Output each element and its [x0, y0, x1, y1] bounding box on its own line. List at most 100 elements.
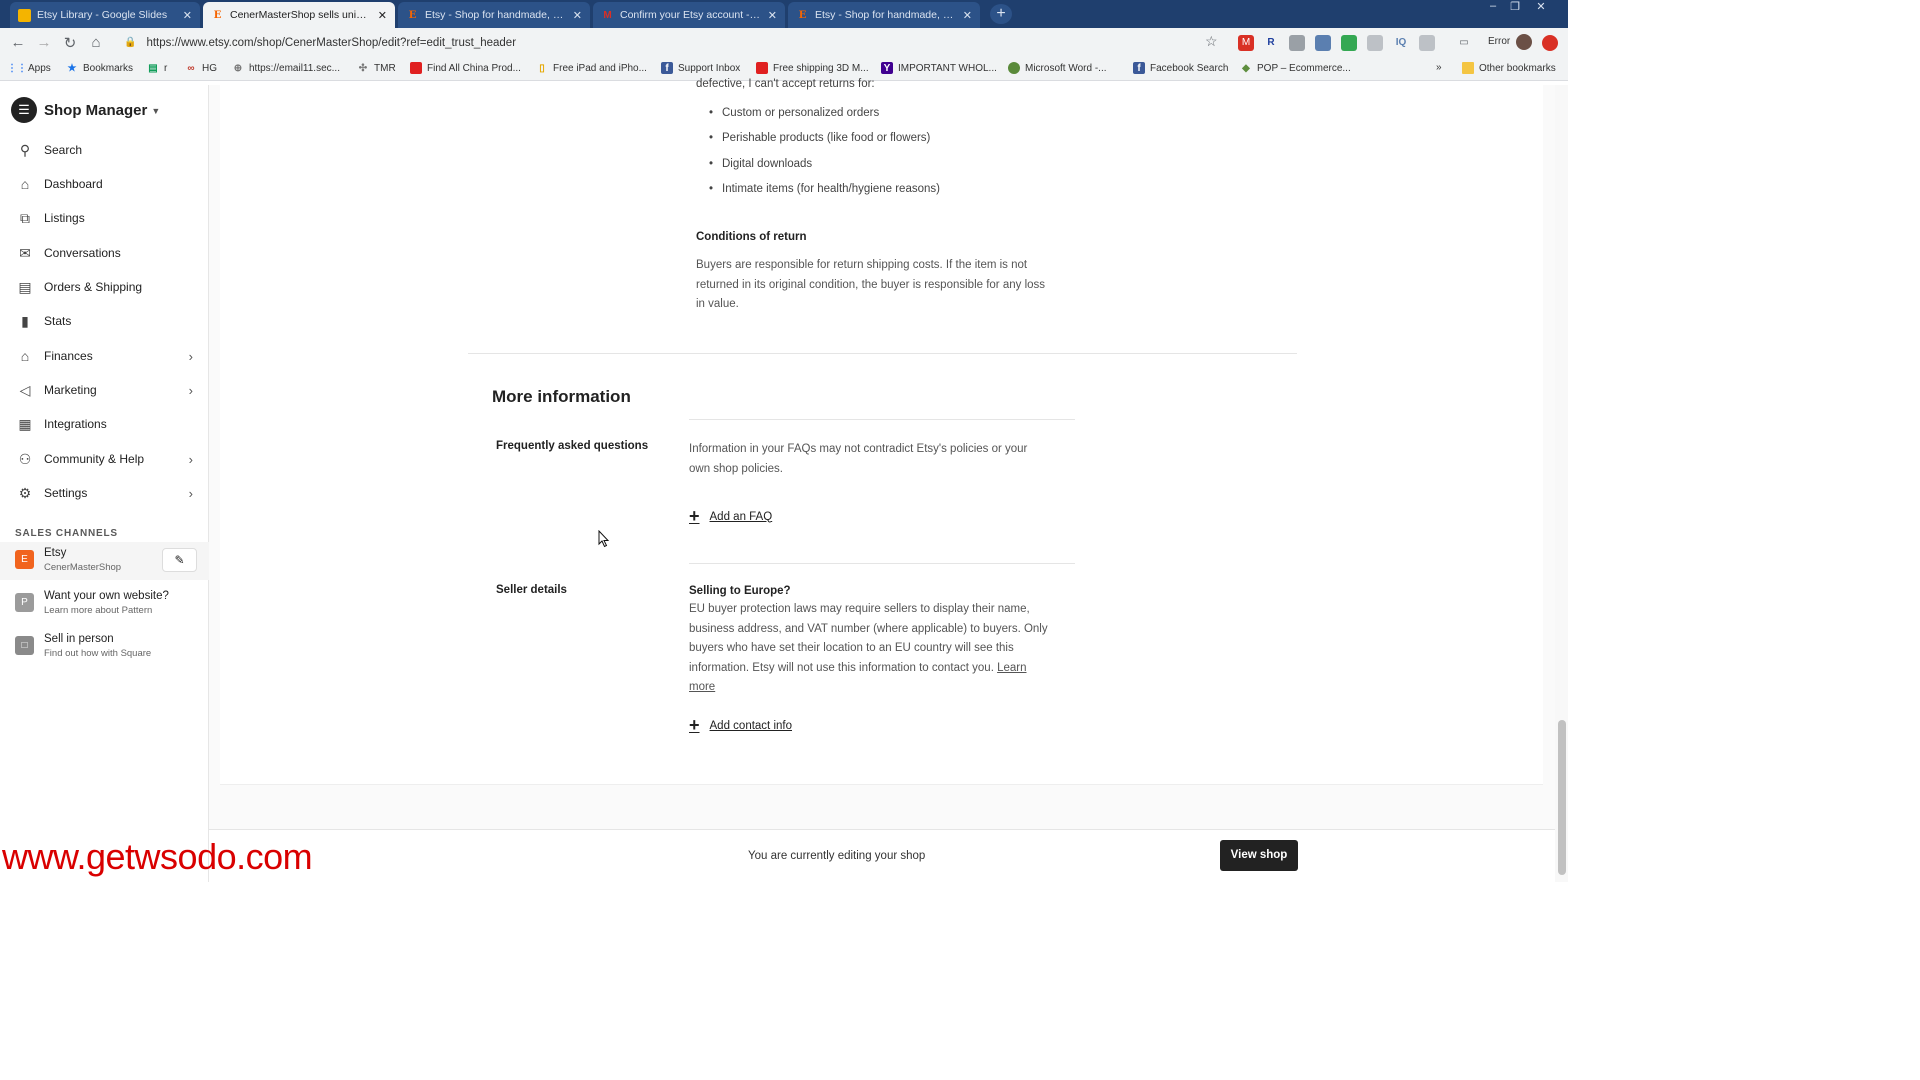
bookmark-item[interactable]: Microsoft Word -... — [1008, 62, 1107, 74]
browser-tab[interactable]: Etsy Library - Google Slides ✕ — [10, 2, 200, 28]
browser-tab[interactable]: E Etsy - Shop for handmade, vintage ✕ — [398, 2, 590, 28]
return-policy-cutoff-text: defective, I can't accept returns for: — [696, 78, 875, 90]
browser-tab-active[interactable]: E CenerMasterShop sells unique t- ✕ — [203, 2, 395, 28]
bookmark-favicon: ⊕ — [233, 62, 243, 74]
sidebar-item-marketing[interactable]: ◁ Marketing › — [0, 374, 209, 406]
section-divider — [468, 353, 1297, 354]
page-scrollbar[interactable] — [1555, 85, 1568, 882]
bookmark-item[interactable]: ★ Bookmarks — [66, 62, 134, 74]
home-icon[interactable]: ⌂ — [83, 34, 109, 51]
chevron-right-icon: › — [188, 451, 193, 467]
more-bookmarks-button[interactable]: » — [1436, 62, 1442, 73]
back-icon[interactable]: ← — [5, 34, 31, 51]
bookmark-favicon — [410, 62, 422, 74]
bookmark-item[interactable]: ⊕ https://email11.sec... — [232, 62, 340, 74]
edit-pencil-icon[interactable]: ✎ — [162, 548, 197, 572]
close-icon[interactable]: ✕ — [963, 9, 972, 22]
sidebar-item-orders[interactable]: ▤ Orders & Shipping — [0, 271, 209, 303]
reload-icon[interactable]: ↻ — [57, 34, 83, 52]
extension-r-icon[interactable]: R — [1263, 35, 1279, 51]
etsy-logo-icon[interactable]: ☰ — [11, 97, 37, 123]
sidebar-item-dashboard[interactable]: ⌂ Dashboard — [0, 168, 209, 200]
square-icon: □ — [15, 636, 34, 655]
extension-icon[interactable] — [1367, 35, 1383, 51]
clipboard-icon: ▤ — [18, 278, 32, 295]
sidebar-item-search[interactable]: ⚲ Search — [0, 134, 209, 166]
seller-details-label: Seller details — [496, 584, 567, 596]
minimize-icon[interactable]: – — [1482, 0, 1504, 12]
close-icon[interactable]: ✕ — [378, 9, 387, 22]
sidebar-item-listings[interactable]: ⧉ Listings — [0, 202, 209, 234]
megaphone-icon: ◁ — [19, 381, 31, 398]
extension-iq-icon[interactable]: IQ — [1393, 35, 1409, 51]
close-icon[interactable]: ✕ — [183, 9, 192, 22]
apps-grid-icon: ⋮⋮ — [7, 62, 27, 74]
profile-avatar[interactable] — [1516, 34, 1532, 50]
close-icon[interactable]: ✕ — [573, 9, 582, 22]
channel-etsy[interactable]: E Etsy CenerMasterShop ✎ — [0, 542, 209, 580]
channel-pattern[interactable]: P Want your own website? Learn more abou… — [0, 585, 209, 623]
sidebar-item-community[interactable]: ⚇ Community & Help › — [0, 443, 209, 475]
bookmark-favicon: ▯ — [539, 62, 545, 74]
add-faq-link[interactable]: + Add an FAQ — [689, 506, 772, 527]
bookmark-item[interactable]: ∞ HG — [185, 62, 217, 74]
search-icon: ⚲ — [19, 141, 31, 158]
facebook-icon: f — [1133, 62, 1145, 74]
caret-down-icon: ▼ — [151, 106, 161, 117]
browser-tab[interactable]: E Etsy - Shop for handmade, vintage ✕ — [788, 2, 980, 28]
extension-icon[interactable] — [1315, 35, 1331, 51]
scrollbar-thumb[interactable] — [1558, 720, 1566, 875]
learn-more-link[interactable]: Learn — [997, 662, 1026, 674]
bookmark-item[interactable]: f Facebook Search — [1133, 62, 1228, 74]
extension-icon[interactable] — [1542, 35, 1558, 51]
extension-icon[interactable] — [1289, 35, 1305, 51]
error-badge[interactable]: Error — [1484, 34, 1514, 49]
learn-more-link[interactable]: more — [689, 678, 1079, 698]
tab-title: Etsy - Shop for handmade, vintage — [815, 9, 957, 21]
forward-icon[interactable]: → — [31, 34, 57, 51]
close-icon[interactable]: ✕ — [768, 9, 777, 22]
mail-icon: ✉ — [19, 244, 31, 261]
conditions-text: Buyers are responsible for return shippi… — [696, 259, 1046, 310]
bookmark-star-icon[interactable]: ☆ — [1205, 33, 1218, 50]
bookmark-item[interactable]: f Support Inbox — [661, 62, 740, 74]
grid-icon: ▦ — [18, 415, 32, 432]
camera-icon[interactable] — [1419, 35, 1435, 51]
shop-manager-title[interactable]: Shop Manager ▼ — [44, 102, 160, 119]
bookmark-favicon — [756, 62, 768, 74]
window-close-icon[interactable]: ✕ — [1530, 0, 1552, 13]
new-tab-button[interactable]: + — [990, 4, 1012, 24]
selling-to-europe-heading: Selling to Europe? — [689, 585, 791, 597]
sidebar-item-conversations[interactable]: ✉ Conversations — [0, 237, 209, 269]
sidebar-item-stats[interactable]: ▮ Stats — [0, 305, 209, 337]
bookmark-item[interactable]: ▯ Free iPad and iPho... — [536, 62, 647, 74]
add-contact-info-link[interactable]: + Add contact info — [689, 715, 792, 736]
faq-description: Information in your FAQs may not contrad… — [689, 443, 1028, 475]
bookmark-item[interactable]: Find All China Prod... — [410, 62, 521, 74]
gmail-extension-icon[interactable]: M — [1238, 35, 1254, 51]
bookmark-item[interactable]: ⋮⋮ Apps — [7, 62, 51, 74]
browser-tab[interactable]: M Confirm your Etsy account - cenc ✕ — [593, 2, 785, 28]
bookmark-item[interactable]: Free shipping 3D M... — [756, 62, 869, 74]
bookmark-item[interactable]: ◆ POP – Ecommerce... — [1240, 62, 1351, 74]
list-item: Custom or personalized orders — [709, 107, 940, 132]
maximize-icon[interactable]: ❐ — [1504, 0, 1526, 13]
bookmark-item[interactable]: ✣ TMR — [357, 62, 396, 74]
view-shop-button[interactable]: View shop — [1220, 840, 1298, 871]
other-bookmarks-folder[interactable]: Other bookmarks — [1462, 62, 1556, 74]
sidebar-item-finances[interactable]: ⌂ Finances › — [0, 340, 209, 372]
address-bar[interactable]: 🔒 https://www.etsy.com/shop/CenerMasterS… — [118, 31, 1228, 54]
channel-square[interactable]: □ Sell in person Find out how with Squar… — [0, 628, 209, 666]
sidebar-item-settings[interactable]: ⚙ Settings › — [0, 477, 209, 509]
shop-manager-sidebar: ☰ Shop Manager ▼ ⚲ Search ⌂ Dashboard ⧉ List… — [0, 85, 209, 882]
bookmark-item[interactable]: Y IMPORTANT WHOL... — [881, 62, 997, 74]
eu-protection-text: EU buyer protection laws may require sel… — [689, 600, 1079, 698]
editing-status-text: You are currently editing your shop — [748, 850, 926, 862]
channel-name: Sell in person — [44, 633, 114, 645]
extension-icon[interactable] — [1341, 35, 1357, 51]
bookmark-item[interactable]: ▤ r — [147, 62, 167, 74]
sidebar-item-integrations[interactable]: ▦ Integrations — [0, 408, 209, 440]
cast-icon[interactable]: ▭ — [1456, 35, 1472, 51]
bank-icon: ⌂ — [20, 348, 30, 364]
listings-icon: ⧉ — [20, 209, 30, 226]
